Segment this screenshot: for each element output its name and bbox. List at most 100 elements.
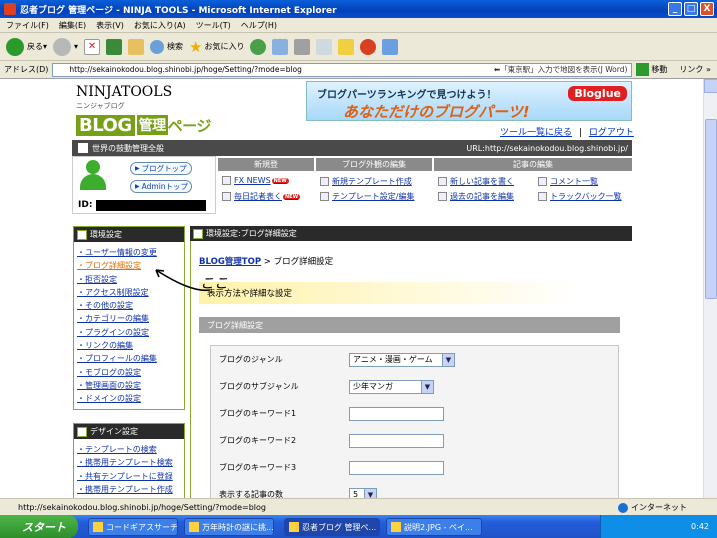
- form-row-keyword1: ブログのキーワード1: [211, 400, 618, 427]
- new-template-link[interactable]: 新規テンプレート作成: [320, 176, 412, 187]
- form-row-genre: ブログのジャンル アニメ・漫画・ゲーム ▼: [211, 346, 618, 373]
- folder-icon[interactable]: [338, 38, 355, 55]
- nav-shared-template[interactable]: ・共有テンプレートに登録: [77, 470, 184, 483]
- nav-mobile-template-search[interactable]: ・携帯用テンプレート検索: [77, 456, 184, 469]
- stop-icon[interactable]: ✕: [84, 38, 101, 55]
- history-icon[interactable]: [250, 38, 267, 55]
- link-icon: [320, 177, 329, 186]
- nav-admin-screen[interactable]: ・管理画面の設定: [77, 379, 184, 392]
- nav-plugin[interactable]: ・プラグインの設定: [77, 326, 184, 339]
- link-separator: |: [578, 128, 582, 138]
- menu-view[interactable]: 表示(V): [96, 20, 124, 31]
- genre-select[interactable]: アニメ・漫画・ゲーム ▼: [349, 352, 455, 367]
- toolbar: 戻る ▾ ▾ ✕ 検索 ★ お気に入り: [0, 33, 717, 61]
- scroll-up-button[interactable]: [704, 79, 717, 93]
- section-title: ブログ詳細設定: [199, 317, 620, 333]
- task-codegeass[interactable]: コードギアスサーチ...: [88, 518, 178, 536]
- nav-links[interactable]: ・リンクの編集: [77, 339, 184, 352]
- avatar: [80, 160, 106, 190]
- mail-icon[interactable]: [272, 38, 289, 55]
- refresh-icon[interactable]: [106, 38, 123, 55]
- chevron-down-icon: ▼: [421, 380, 433, 393]
- breadcrumb-current: > ブログ詳細設定: [261, 257, 334, 267]
- back-arrow-icon: [6, 37, 24, 56]
- banner-line1: ブログパーツランキングで見つけよう！: [317, 90, 497, 101]
- banner-badge: Bloglue: [568, 86, 627, 101]
- nav-moblog[interactable]: ・モブログの設定: [77, 366, 184, 379]
- edit-icon[interactable]: [316, 38, 333, 55]
- nav-mobile-template-create[interactable]: ・携帯用テンプレート作成: [77, 483, 184, 496]
- window-icon: [78, 143, 88, 153]
- home-icon[interactable]: [128, 38, 145, 55]
- back-button[interactable]: 戻る ▾: [6, 37, 47, 56]
- nav-category[interactable]: ・カテゴリーの編集: [77, 312, 184, 325]
- handwritten-arrow-annotation: ここ: [155, 269, 228, 292]
- keyword3-input[interactable]: [349, 460, 444, 475]
- new-badge: NEW: [283, 193, 301, 200]
- trackbacks-link[interactable]: トラックバック一覧: [538, 191, 622, 202]
- task-paint[interactable]: 説明2.JPG - ペイ...: [386, 518, 482, 536]
- forward-button[interactable]: ▾: [53, 37, 78, 56]
- minimize-button[interactable]: _: [668, 2, 682, 16]
- scroll-thumb[interactable]: [705, 119, 717, 299]
- menu-file[interactable]: ファイル(F): [6, 20, 49, 31]
- menu-help[interactable]: ヘルプ(H): [241, 20, 277, 31]
- nav-user-info[interactable]: ・ユーザー情報の変更: [77, 246, 184, 259]
- nav-profile[interactable]: ・プロフィールの編集: [77, 352, 184, 365]
- top-links: ツール一覧に戻る | ログアウト: [500, 125, 634, 138]
- nav-domain[interactable]: ・ドメインの設定: [77, 392, 184, 405]
- maximize-button[interactable]: □: [684, 2, 698, 16]
- search-icon: [150, 39, 165, 54]
- blog-admin-bar: 世界の鼓動管理全般 URL:http://sekainokodou.blog.s…: [72, 140, 632, 156]
- fx-news-link[interactable]: FX NEWS NEW: [222, 176, 289, 185]
- env-settings-nav: 環境設定 ・ユーザー情報の変更 ・ブログ詳細設定 ・拒否設定 ・アクセス制限設定…: [73, 226, 185, 410]
- past-articles-link[interactable]: 過去の記事を編集: [438, 191, 514, 202]
- ie-icon: [189, 522, 199, 532]
- menu-edit[interactable]: 編集(E): [59, 20, 86, 31]
- address-input[interactable]: http://sekainokodou.blog.shinobi.jp/hoge…: [52, 62, 633, 77]
- admin-top-button[interactable]: Adminトップ: [130, 180, 192, 193]
- vertical-scrollbar[interactable]: [703, 79, 717, 498]
- menu-tools[interactable]: ツール(T): [196, 20, 231, 31]
- template-settings-link[interactable]: テンプレート設定/編集: [320, 191, 414, 202]
- task-ninja-blog[interactable]: 忍者ブログ 管理ペ...: [284, 518, 380, 536]
- keyword1-input[interactable]: [349, 406, 444, 421]
- links-button[interactable]: リンク »: [679, 64, 710, 75]
- go-button[interactable]: 移動: [636, 63, 667, 76]
- comments-link[interactable]: コメント一覧: [538, 176, 598, 187]
- window-titlebar: 忍者ブログ 管理ページ - NINJA TOOLS - Microsoft In…: [0, 0, 717, 18]
- back-label: 戻る: [27, 42, 43, 51]
- ie-icon: [93, 522, 103, 532]
- messenger-icon[interactable]: [360, 38, 377, 55]
- menu-favorites[interactable]: お気に入り(A): [134, 20, 186, 31]
- blog-logo[interactable]: BLOG 管理 ページ: [76, 114, 221, 136]
- section-intro: 表示方法や詳細な設定: [199, 282, 622, 304]
- go-arrow-icon: [636, 63, 650, 76]
- tool-list-link[interactable]: ツール一覧に戻る: [500, 128, 572, 138]
- nav-template-search[interactable]: ・テンプレートの検索: [77, 443, 184, 456]
- logout-link[interactable]: ログアウト: [589, 128, 634, 138]
- link-icon: [538, 177, 547, 186]
- print-icon[interactable]: [294, 38, 311, 55]
- daily-post-link[interactable]: 毎日記者表く NEW: [222, 191, 301, 202]
- blog-top-button[interactable]: ブログトップ: [130, 162, 192, 175]
- keyword2-input[interactable]: [349, 433, 444, 448]
- design-settings-nav: デザイン設定 ・テンプレートの検索 ・携帯用テンプレート検索 ・共有テンプレート…: [73, 423, 185, 498]
- subgenre-select[interactable]: 少年マンガ ▼: [349, 379, 434, 394]
- subgenre-label: ブログのサブジャンル: [219, 382, 299, 391]
- task-clock[interactable]: 万年時計の謎に挑...: [184, 518, 274, 536]
- close-button[interactable]: X: [700, 2, 714, 16]
- new-article-link[interactable]: 新しい記事を書く: [438, 176, 514, 187]
- form-row-keyword2: ブログのキーワード2: [211, 427, 618, 454]
- search-button[interactable]: 検索: [150, 39, 183, 54]
- start-button[interactable]: スタート: [0, 515, 78, 538]
- ie-icon: [4, 3, 16, 15]
- logo-page-text: ページ: [167, 116, 212, 135]
- clock: 0:42: [691, 522, 709, 531]
- keyword1-label: ブログのキーワード1: [219, 409, 297, 418]
- link-icon: [538, 192, 547, 201]
- people-icon[interactable]: [382, 38, 399, 55]
- design-settings-header: デザイン設定: [74, 424, 184, 439]
- ad-banner[interactable]: ブログパーツランキングで見つけよう！ あなただけのブログパーツ! Bloglue: [306, 81, 632, 121]
- favorites-button[interactable]: ★ お気に入り: [189, 38, 244, 56]
